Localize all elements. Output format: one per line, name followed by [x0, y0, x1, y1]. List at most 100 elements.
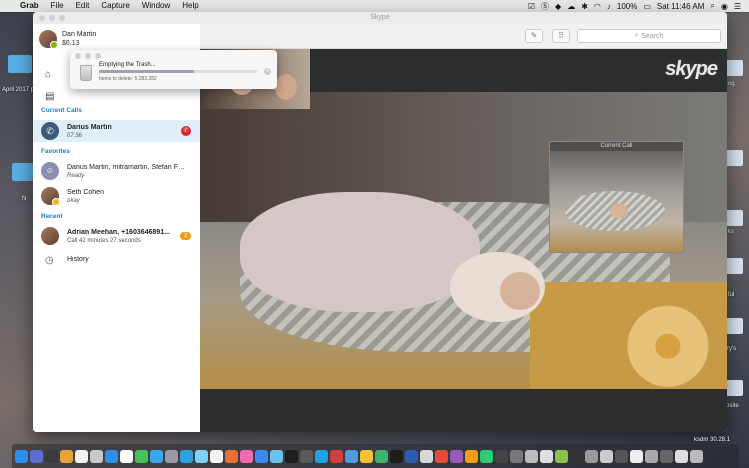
dock-app-icon[interactable] [225, 449, 238, 463]
group-icon: ☺ [41, 162, 59, 180]
bluetooth-icon[interactable]: ✱ [581, 2, 588, 11]
favorite-item[interactable]: ☺ Darius Martin, mitramartin, Stefan Fa.… [33, 160, 200, 182]
dock-app-icon[interactable] [480, 449, 493, 463]
dock-app-icon[interactable] [390, 449, 403, 463]
dock-app-icon[interactable] [555, 449, 568, 463]
dock-app-icon[interactable] [360, 449, 373, 463]
dock [12, 444, 739, 468]
minimize-dialog-button[interactable] [85, 53, 91, 59]
items-to-delete: Items to delete: 5,283,282 [99, 76, 157, 82]
dock-app-icon[interactable] [510, 449, 523, 463]
menu-help[interactable]: Help [176, 0, 204, 12]
profile[interactable]: Dan Martin $6.13 [39, 28, 96, 50]
dock-app-icon[interactable] [75, 449, 88, 463]
checkbox-tray-icon[interactable]: ☑ [528, 2, 535, 11]
dock-app-icon[interactable] [105, 449, 118, 463]
dock-app-icon[interactable] [135, 449, 148, 463]
menu-app-name[interactable]: Grab [14, 0, 45, 12]
recent-name: Adrian Meehan, +1603646891... [67, 229, 170, 236]
spotlight-icon[interactable]: ⌕ [710, 1, 714, 11]
desktop-file-icon[interactable] [725, 210, 743, 226]
video-call-area[interactable]: skype Current Call [200, 49, 727, 432]
dock-app-icon[interactable] [630, 449, 643, 463]
dock-app-icon[interactable] [690, 449, 703, 463]
window-titlebar[interactable]: Skype [33, 12, 727, 24]
desktop-file-icon[interactable] [725, 258, 743, 274]
desktop-file-icon[interactable] [725, 60, 743, 76]
menu-capture[interactable]: Capture [95, 0, 135, 12]
dock-app-icon[interactable] [540, 449, 553, 463]
compose-button[interactable]: ✎ [525, 29, 543, 43]
dock-app-icon[interactable] [465, 449, 478, 463]
dock-app-icon[interactable] [195, 449, 208, 463]
dock-app-icon[interactable] [45, 449, 58, 463]
dock-app-icon[interactable] [255, 449, 268, 463]
search-icon: ⌕ [634, 32, 639, 39]
dock-app-icon[interactable] [645, 449, 658, 463]
skype-tray-icon[interactable]: Ⓢ [541, 1, 549, 12]
dock-app-icon[interactable] [615, 449, 628, 463]
dock-app-icon[interactable] [435, 449, 448, 463]
hang-up-button[interactable]: ✆ [181, 126, 191, 136]
zoom-dialog-button[interactable] [95, 53, 101, 59]
contacts-icon[interactable]: ▤ [45, 91, 54, 102]
dock-app-icon[interactable] [60, 449, 73, 463]
dock-app-icon[interactable] [660, 449, 673, 463]
stop-icon[interactable]: ✕ [264, 68, 271, 75]
battery-percent[interactable]: 100% [617, 2, 637, 11]
menu-edit[interactable]: Edit [70, 0, 96, 12]
dock-app-icon[interactable] [330, 449, 343, 463]
dock-app-icon[interactable] [570, 449, 583, 463]
wifi-icon[interactable]: ◠ [594, 2, 601, 11]
desktop-label: og [728, 81, 735, 87]
dock-app-icon[interactable] [15, 449, 28, 463]
dock-app-icon[interactable] [90, 449, 103, 463]
desktop-file-icon[interactable] [725, 318, 743, 334]
dock-app-icon[interactable] [315, 449, 328, 463]
dock-app-icon[interactable] [675, 449, 688, 463]
dock-app-icon[interactable] [270, 449, 283, 463]
dock-app-icon[interactable] [285, 449, 298, 463]
dock-app-icon[interactable] [405, 449, 418, 463]
search-input[interactable]: ⌕ Search [577, 29, 721, 43]
dock-app-icon[interactable] [300, 449, 313, 463]
dock-app-icon[interactable] [240, 449, 253, 463]
desktop-file-icon[interactable] [725, 150, 743, 166]
cloud-tray-icon[interactable]: ☁ [567, 2, 575, 11]
menu-window[interactable]: Window [136, 0, 176, 12]
menu-bar: Grab File Edit Capture Window Help ☑ Ⓢ ◆… [0, 0, 749, 12]
current-call-row[interactable]: ✆ Darius Martin 07:36 ✆ [33, 120, 200, 142]
dock-app-icon[interactable] [450, 449, 463, 463]
dock-app-icon[interactable] [525, 449, 538, 463]
dock-app-icon[interactable] [345, 449, 358, 463]
dock-app-icon[interactable] [495, 449, 508, 463]
dock-app-icon[interactable] [30, 449, 43, 463]
favorite-status: okay [67, 198, 80, 204]
dock-app-icon[interactable] [420, 449, 433, 463]
dock-app-icon[interactable] [585, 449, 598, 463]
notification-center-icon[interactable]: ☰ [734, 2, 741, 11]
dock-app-icon[interactable] [210, 449, 223, 463]
dock-app-icon[interactable] [165, 449, 178, 463]
home-icon[interactable]: ⌂ [45, 69, 54, 80]
clock[interactable]: Sat 11:46 AM [657, 2, 704, 11]
desktop-label: ks [728, 229, 734, 235]
dock-app-icon[interactable] [600, 449, 613, 463]
siri-icon[interactable]: ◉ [721, 2, 728, 11]
close-dialog-button[interactable] [75, 53, 81, 59]
dropbox-tray-icon[interactable]: ◆ [555, 2, 561, 11]
desktop-file-icon[interactable] [725, 380, 743, 396]
dialpad-button[interactable]: ⠿ [552, 29, 570, 43]
history-item[interactable]: ◷ History [33, 249, 200, 271]
favorite-item[interactable]: Seth Cohen okay [33, 185, 200, 207]
dock-app-icon[interactable] [375, 449, 388, 463]
battery-icon[interactable]: ▭ [643, 2, 651, 11]
volume-icon[interactable]: ♪ [607, 2, 611, 11]
recent-item[interactable]: Adrian Meehan, +1603646891... Call 42 mi… [33, 225, 200, 247]
dock-app-icon[interactable] [180, 449, 193, 463]
dock-app-icon[interactable] [150, 449, 163, 463]
dock-app-icon[interactable] [120, 449, 133, 463]
current-call-preview[interactable]: Current Call [549, 141, 684, 253]
desktop-folder-icon[interactable] [8, 55, 32, 73]
menu-file[interactable]: File [45, 0, 70, 12]
